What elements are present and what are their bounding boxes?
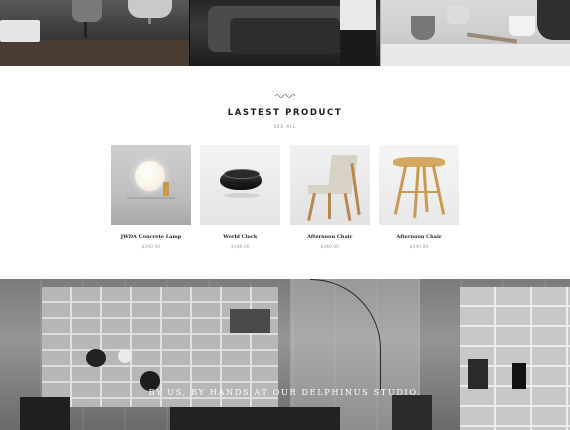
product-image-chair[interactable] (289, 145, 370, 225)
studio-caption: BY US, BY HANDS AT OUR DELPHINUS STUDIO. (148, 387, 422, 397)
product-name[interactable]: Afternoon Chair (379, 234, 459, 240)
section-title: LASTEST PRODUCT (227, 108, 343, 118)
product-image-lamp[interactable] (111, 145, 191, 225)
see-all-link[interactable]: SEE ALL (0, 124, 570, 129)
product-image-stool[interactable] (378, 145, 459, 225)
latest-product-header: LASTEST PRODUCT SEE ALL (0, 92, 570, 129)
product-card[interactable]: JWDA Concrete Lamp $340.00 (111, 145, 191, 250)
product-grid: JWDA Concrete Lamp $340.00 World Clock $… (111, 145, 459, 250)
product-card[interactable]: World Clock $340.00 (200, 145, 281, 250)
product-image-clock[interactable] (200, 145, 281, 225)
product-price: $340.00 (231, 245, 250, 250)
hero-image-bedroom (189, 0, 380, 66)
product-price: $340.00 (409, 245, 429, 250)
product-name[interactable]: JWDA Concrete Lamp (111, 234, 191, 240)
wave-ornament-icon (274, 94, 296, 98)
hero-image-living-room (0, 0, 190, 66)
product-price: $340.00 (141, 245, 161, 250)
hero-image-kitchen (379, 0, 570, 66)
studio-banner: BY US, BY HANDS AT OUR DELPHINUS STUDIO. (0, 279, 570, 430)
product-price: $340.00 (320, 245, 339, 250)
product-name[interactable]: World Clock (200, 234, 280, 240)
product-card[interactable]: Afternoon Chair $340.00 (289, 145, 370, 250)
hero-gallery (0, 0, 570, 66)
product-name[interactable]: Afternoon Chair (290, 234, 370, 240)
product-card[interactable]: Afternoon Chair $340.00 (378, 145, 459, 250)
